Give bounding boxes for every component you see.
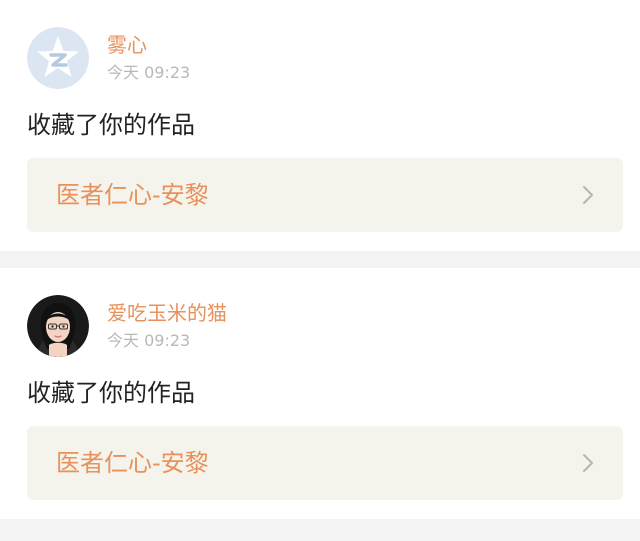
action-text: 收藏了你的作品: [27, 111, 195, 139]
user-portrait-icon: [27, 295, 89, 357]
timestamp: 今天 09:23: [107, 63, 191, 82]
chevron-right-icon: [577, 184, 599, 206]
chevron-right-icon: [577, 452, 599, 474]
work-link[interactable]: 医者仁心-安黎: [27, 158, 623, 232]
work-link[interactable]: 医者仁心-安黎: [27, 426, 623, 500]
action-text: 收藏了你的作品: [27, 379, 195, 407]
avatar[interactable]: [27, 295, 89, 357]
work-title: 医者仁心-安黎: [56, 449, 209, 477]
notification-feed: 雾心 今天 09:23 收藏了你的作品 医者仁心-安黎 爱吃玉米的猫 今天 09…: [0, 0, 640, 519]
notification-card: 爱吃玉米的猫 今天 09:23 收藏了你的作品 医者仁心-安黎: [0, 268, 640, 519]
username[interactable]: 爱吃玉米的猫: [107, 301, 227, 325]
timestamp: 今天 09:23: [107, 331, 191, 350]
avatar[interactable]: [27, 27, 89, 89]
qzone-logo-icon: [27, 27, 89, 89]
work-title: 医者仁心-安黎: [56, 181, 209, 209]
username[interactable]: 雾心: [107, 33, 147, 57]
notification-card: 雾心 今天 09:23 收藏了你的作品 医者仁心-安黎: [0, 0, 640, 251]
